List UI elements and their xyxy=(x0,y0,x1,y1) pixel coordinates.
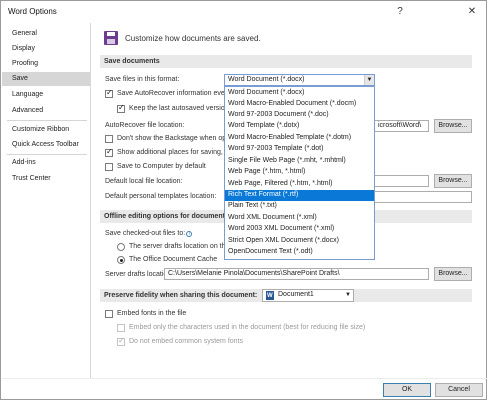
format-option[interactable]: Strict Open XML Document (*.docx) xyxy=(225,236,374,247)
sidebar-item-save[interactable]: Save xyxy=(2,72,90,86)
format-option[interactable]: Word 2003 XML Document (*.xml) xyxy=(225,224,374,235)
sidebar-item-customize-ribbon[interactable]: Customize Ribbon xyxy=(2,123,90,137)
sidebar-item-add-ins[interactable]: Add-ins xyxy=(2,156,90,170)
no-common-fonts-label: Do not embed common system fonts xyxy=(129,338,243,345)
browse-local-button[interactable]: Browse... xyxy=(434,174,472,188)
chevron-down-icon[interactable]: ▼ xyxy=(364,75,374,85)
embed-only-used-label: Embed only the characters used in the do… xyxy=(129,324,366,331)
format-label: Save files in this format: xyxy=(105,76,180,83)
format-option[interactable]: Single File Web Page (*.mht, *.mhtml) xyxy=(225,156,374,167)
cancel-button[interactable]: Cancel xyxy=(435,383,483,397)
server-drafts-location-label: Server drafts location: xyxy=(105,271,174,278)
default-local-location-label: Default local file location: xyxy=(105,178,183,185)
title-bar: Word Options ? ✕ xyxy=(1,1,486,23)
format-option[interactable]: Word Macro-Enabled Template (*.dotm) xyxy=(225,133,374,144)
close-button[interactable]: ✕ xyxy=(461,4,483,20)
preserve-fidelity-heading: Preserve fidelity when sharing this docu… xyxy=(104,292,258,299)
sidebar-divider xyxy=(7,120,87,121)
show-additional-places-label: Show additional places for saving, xyxy=(117,149,223,156)
sidebar-item-language[interactable]: Language xyxy=(2,88,90,102)
word-options-dialog: Word Options ? ✕ General Display Proofin… xyxy=(0,0,487,400)
sidebar-item-advanced[interactable]: Advanced xyxy=(2,104,90,118)
browse-server-drafts-button[interactable]: Browse... xyxy=(434,267,472,281)
autorecover-location-label: AutoRecover file location: xyxy=(105,122,185,129)
default-templates-location-label: Default personal templates location: xyxy=(105,193,217,200)
footer-divider xyxy=(2,378,487,379)
info-icon: i xyxy=(186,231,193,237)
keep-last-version-checkbox[interactable] xyxy=(117,103,125,113)
sidebar-item-general[interactable]: General xyxy=(2,27,90,41)
save-to-computer-checkbox[interactable] xyxy=(105,163,113,171)
format-option-selected[interactable]: Rich Text Format (*.rtf) xyxy=(225,190,374,201)
save-to-computer-label: Save to Computer by default xyxy=(117,163,206,170)
embed-fonts-label: Embed fonts in the file xyxy=(117,310,187,317)
format-select[interactable]: Word Document (*.docx) ▼ xyxy=(224,74,375,86)
office-cache-radio[interactable] xyxy=(117,256,125,264)
dont-show-backstage-checkbox[interactable] xyxy=(105,135,113,143)
sidebar: General Display Proofing Save Language A… xyxy=(2,23,91,378)
show-additional-places-checkbox[interactable] xyxy=(105,147,113,157)
word-document-icon xyxy=(266,291,274,301)
office-cache-radio-label: The Office Document Cache xyxy=(129,256,218,263)
format-option[interactable]: Word XML Document (*.xml) xyxy=(225,213,374,224)
format-option[interactable]: Web Page, Filtered (*.htm, *.html) xyxy=(225,179,374,190)
fidelity-document-select[interactable]: Document1 ▼ xyxy=(262,289,354,302)
autorecover-checkbox[interactable] xyxy=(105,88,113,98)
chevron-down-icon[interactable]: ▼ xyxy=(343,290,353,300)
sidebar-divider xyxy=(7,154,87,155)
browse-autorecover-button[interactable]: Browse... xyxy=(434,119,472,133)
fidelity-document-value: Document1 xyxy=(278,291,314,298)
window-title: Word Options xyxy=(8,7,57,16)
format-option[interactable]: Word Macro-Enabled Document (*.docm) xyxy=(225,99,374,110)
dont-show-backstage-label: Don't show the Backstage when op xyxy=(117,135,227,142)
embed-only-used-checkbox[interactable] xyxy=(117,324,125,332)
save-floppy-icon xyxy=(104,31,118,45)
format-dropdown-list[interactable]: Word Document (*.docx) Word Macro-Enable… xyxy=(224,86,375,260)
sidebar-item-proofing[interactable]: Proofing xyxy=(2,57,90,71)
no-common-fonts-checkbox[interactable] xyxy=(117,336,125,346)
format-option[interactable]: Word Template (*.dotx) xyxy=(225,121,374,132)
format-option[interactable]: Word 97-2003 Template (*.dot) xyxy=(225,144,374,155)
default-local-location-field[interactable] xyxy=(374,175,429,187)
sidebar-item-quick-access-toolbar[interactable]: Quick Access Toolbar xyxy=(2,138,90,152)
page-header: Customize how documents are saved. xyxy=(125,34,261,43)
keep-last-version-label: Keep the last autosaved version xyxy=(129,105,229,112)
format-option[interactable]: Plain Text (*.txt) xyxy=(225,201,374,212)
sidebar-item-trust-center[interactable]: Trust Center xyxy=(2,172,90,186)
format-option[interactable]: Web Page (*.htm, *.html) xyxy=(225,167,374,178)
autorecover-label: Save AutoRecover information eve xyxy=(117,90,225,97)
format-option[interactable]: Word 97-2003 Document (*.doc) xyxy=(225,110,374,121)
sidebar-item-display[interactable]: Display xyxy=(2,42,90,56)
checked-out-label: Save checked-out files to: i xyxy=(105,230,193,237)
autorecover-location-field[interactable]: icrosoft\Word\ xyxy=(374,120,429,132)
format-select-value: Word Document (*.docx) xyxy=(228,76,305,83)
format-option[interactable]: Word Document (*.docx) xyxy=(225,88,374,99)
help-button[interactable]: ? xyxy=(389,4,411,20)
embed-fonts-checkbox[interactable] xyxy=(105,310,113,318)
ok-button[interactable]: OK xyxy=(383,383,431,397)
format-option[interactable]: OpenDocument Text (*.odt) xyxy=(225,247,374,258)
server-drafts-radio[interactable] xyxy=(117,243,125,251)
server-drafts-location-field[interactable]: C:\Users\Melanie Pinola\Documents\ShareP… xyxy=(164,268,429,280)
section-save-documents: Save documents xyxy=(100,55,472,68)
server-drafts-radio-label: The server drafts location on th xyxy=(129,243,226,250)
